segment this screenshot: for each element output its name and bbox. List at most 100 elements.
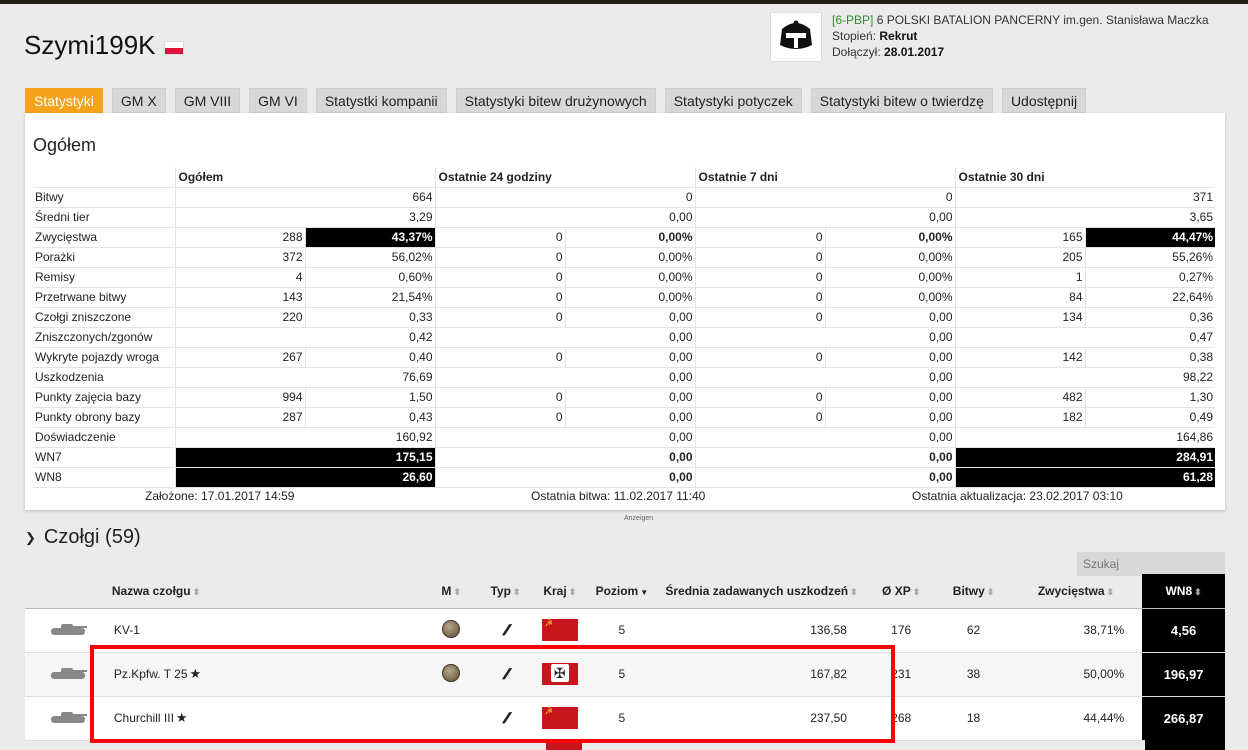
tank-name[interactable]: Churchill III — [114, 711, 174, 725]
tank-col-header-6[interactable]: Ø XP ⬍ — [864, 574, 938, 609]
stats-count: 0 — [694, 267, 825, 288]
tab-6[interactable]: Statystyki potyczek — [664, 88, 802, 113]
tank-tier: 5 — [585, 608, 659, 653]
stats-value: 0 — [434, 187, 695, 208]
sort-arrows-icon[interactable]: ⬍ — [569, 587, 577, 597]
tank-battles: 62 — [937, 608, 1010, 653]
sort-desc-icon[interactable]: ▼ — [640, 588, 648, 597]
tank-row[interactable]: Churchill III★ // 5237,502681844,44%266,87 — [25, 696, 1225, 741]
tank-tier: 5 — [585, 696, 659, 741]
stats-row-label: Zniszczonych/zgonów — [33, 327, 175, 348]
tank-name[interactable]: Pz.Kpfw. T 25 — [114, 667, 188, 681]
tank-silhouette-icon — [51, 711, 88, 723]
tank-col-header-5[interactable]: Średnia zadawanych uszkodzeń ⬍ — [658, 574, 865, 609]
stats-value: 26,60 — [174, 467, 435, 488]
sort-arrows-icon[interactable]: ⬍ — [987, 587, 995, 597]
stats-ratio: 0,33 — [304, 307, 435, 328]
sort-arrows-icon[interactable]: ⬍ — [513, 587, 521, 597]
tank-name-cell[interactable]: Churchill III ★ — [111, 696, 426, 741]
tank-name[interactable]: KV-1 — [114, 623, 140, 637]
last-update: Ostatnia aktualizacja: 23.02.2017 03:10 — [912, 489, 1123, 503]
sort-arrows-icon[interactable]: ⬍ — [913, 587, 921, 597]
mastery-badge-icon — [442, 619, 461, 638]
stats-ratio: 0,27% — [1084, 267, 1215, 288]
tank-image — [25, 696, 112, 741]
tank-col-header-8[interactable]: Zwycięstwa ⬍ — [1009, 574, 1143, 609]
stats-row: WN7 175,15 0,00 0,00 284,91 — [33, 447, 1215, 468]
stats-col-header: Ostatnie 24 godziny — [434, 167, 695, 188]
tank-battles: 38 — [937, 652, 1010, 697]
stats-row-label: Czołgi zniszczone — [33, 307, 175, 328]
sort-arrows-icon[interactable]: ⬍ — [1194, 587, 1202, 597]
stats-ratio: 0,00 — [824, 347, 955, 368]
stats-row-label: Punkty zajęcia bazy — [33, 387, 175, 408]
stats-row-label: Uszkodzenia — [33, 367, 175, 388]
tank-col-header-0[interactable]: Nazwa czołgu ⬍ — [111, 574, 426, 609]
tank-col-header-4[interactable]: Poziom ▼ — [585, 574, 659, 609]
stats-row: Czołgi zniszczone 220 0,33 0 0,00 0 0,00 134 0,3… — [33, 307, 1215, 328]
tank-avg-xp: 231 — [864, 652, 938, 697]
tab-5[interactable]: Statystyki bitew drużynowych — [455, 88, 656, 113]
tab-1[interactable]: GM X — [111, 88, 166, 113]
tank-row[interactable]: Pz.Kpfw. T 25★ // 5167,822313850,00%196,97 — [25, 652, 1225, 697]
stats-count: 0 — [434, 307, 565, 328]
tab-0[interactable]: Statystyki — [25, 88, 103, 113]
tank-col-header-1[interactable]: M ⬍ — [425, 574, 478, 609]
stats-count: 0 — [434, 287, 565, 308]
stats-row-label: Remisy — [33, 267, 175, 288]
tank-avg-damage: 136,58 — [658, 608, 865, 653]
tab-8[interactable]: Udostępnij — [1001, 88, 1087, 113]
stats-ratio: 55,26% — [1084, 247, 1215, 268]
stats-ratio: 0,00 — [564, 347, 695, 368]
stats-ratio: 0,60% — [304, 267, 435, 288]
sort-arrows-icon[interactable]: ⬍ — [1107, 587, 1115, 597]
tank-name-cell[interactable]: KV-1 — [111, 608, 426, 653]
tank-name-cell[interactable]: Pz.Kpfw. T 25 ★ — [111, 652, 426, 697]
tank-col-header-label: Średnia zadawanych uszkodzeń — [665, 583, 849, 598]
tank-mastery — [425, 696, 478, 741]
tab-4[interactable]: Statystki kompanii — [315, 88, 447, 113]
stats-row: Punkty zajęcia bazy 994 1,50 0 0,00 0 0,00 482 1… — [33, 387, 1215, 408]
tank-avg-xp: 176 — [864, 608, 938, 653]
tank-type: // — [477, 608, 534, 653]
stats-ratio: 0,00 — [564, 387, 695, 408]
stats-row-label: WN8 — [33, 467, 175, 488]
tank-col-header-2[interactable]: Typ ⬍ — [477, 574, 534, 609]
tab-2[interactable]: GM VIII — [174, 88, 241, 113]
overview-title: Ogółem — [33, 135, 97, 155]
tank-col-header-7[interactable]: Bitwy ⬍ — [937, 574, 1010, 609]
stats-count: 482 — [954, 387, 1085, 408]
tab-3[interactable]: GM VI — [249, 88, 307, 113]
clan-tag[interactable]: [6-PBP] — [832, 13, 873, 27]
tank-nation — [533, 696, 586, 741]
sort-arrows-icon[interactable]: ⬍ — [453, 587, 461, 597]
tank-col-header-label: Ø XP — [882, 583, 911, 598]
tank-row[interactable]: KV-1 // 5136,581766238,71%4,56 — [25, 608, 1225, 653]
tank-col-header-9[interactable]: WN8 ⬍ — [1142, 574, 1225, 609]
tank-nation — [533, 608, 586, 653]
stats-ratio: 0,40 — [304, 347, 435, 368]
stats-count: 0 — [694, 287, 825, 308]
stats-value: 0,00 — [694, 467, 955, 488]
ads-label: Anzeigen — [624, 515, 654, 522]
clan-emblem-icon[interactable] — [770, 12, 822, 62]
tank-tier: 5 — [585, 652, 659, 697]
clan-name[interactable]: 6 POLSKI BATALION PANCERNY im.gen. Stani… — [877, 13, 1209, 27]
stats-ratio: 0,38 — [1084, 347, 1215, 368]
tab-7[interactable]: Statystyki bitew o twierdzę — [810, 88, 993, 113]
tank-winrate: 38,71% — [1009, 608, 1143, 653]
stats-ratio: 56,02% — [304, 247, 435, 268]
tank-search-input[interactable] — [1077, 552, 1225, 576]
tank-wn8: 4,56 — [1142, 608, 1225, 653]
chevron-down-icon[interactable]: ❯ — [25, 530, 36, 546]
stats-count: 182 — [954, 407, 1085, 428]
stats-ratio: 21,54% — [304, 287, 435, 308]
stats-value: 371 — [954, 187, 1215, 208]
tanks-section-header[interactable]: ❯ Czołgi (59) — [25, 526, 141, 549]
sort-arrows-icon[interactable]: ⬍ — [850, 587, 858, 597]
stats-value: 76,69 — [174, 367, 435, 388]
stats-ratio: 44,47% — [1084, 227, 1215, 248]
sort-arrows-icon[interactable]: ⬍ — [193, 587, 201, 597]
tank-col-header-3[interactable]: Kraj ⬍ — [533, 574, 586, 609]
tank-nation — [533, 652, 586, 697]
